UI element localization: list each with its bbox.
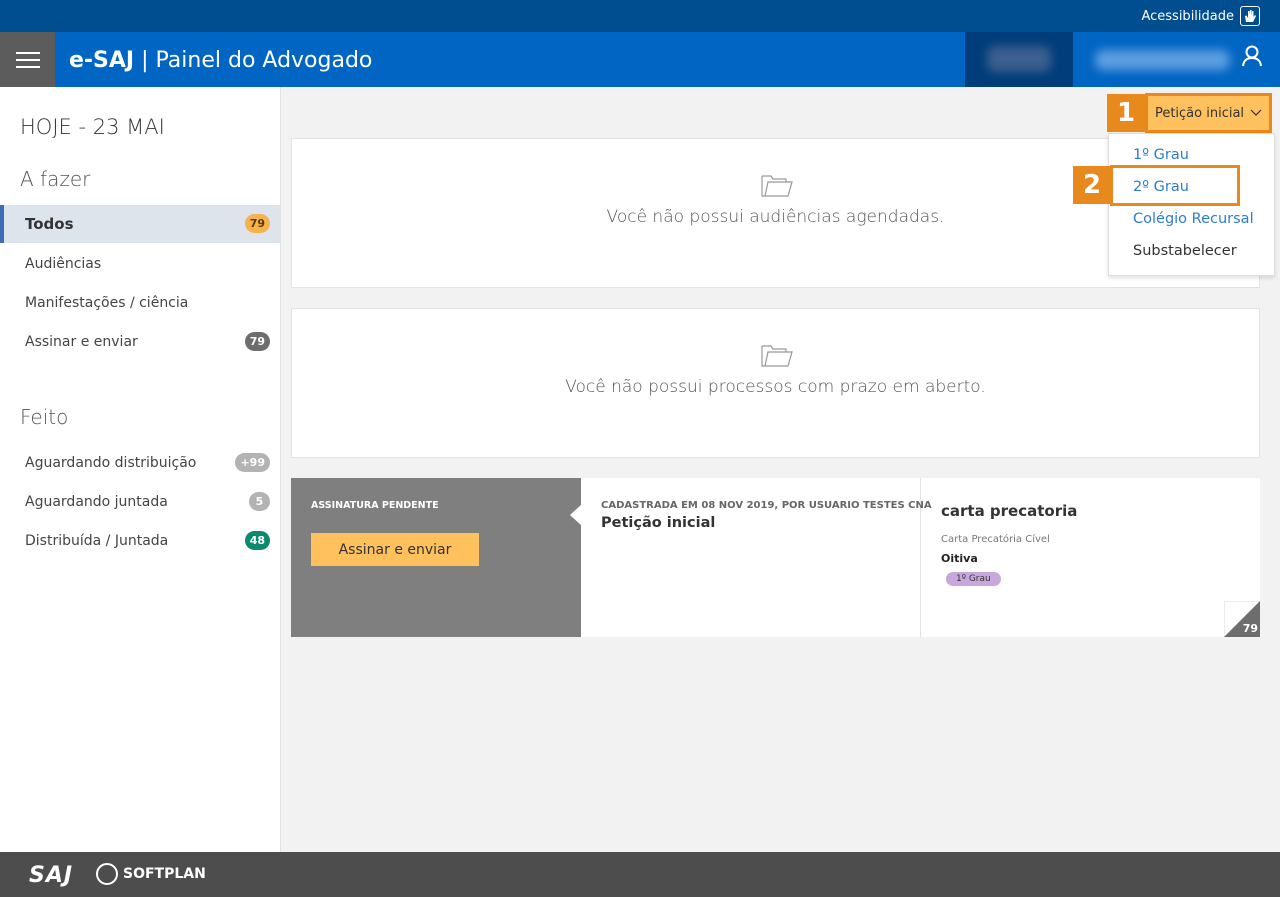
new-petition-dropdown[interactable]: Petição inicial bbox=[1145, 93, 1272, 133]
hamburger-menu-button[interactable] bbox=[0, 32, 55, 87]
dropdown-selected: Petição inicial bbox=[1154, 105, 1245, 121]
hamburger-icon-line bbox=[15, 58, 40, 61]
sidebar-item-label: Aguardando juntada bbox=[25, 494, 168, 510]
task-count: 79 bbox=[1242, 622, 1258, 635]
redacted-username bbox=[1095, 50, 1230, 70]
task-status: ASSINATURA PENDENTE bbox=[311, 500, 439, 511]
sidebar-item-audiencias[interactable]: Audiências bbox=[0, 245, 280, 283]
sidebar-item-todos[interactable]: Todos 79 bbox=[0, 205, 280, 243]
task-process: carta precatoria Carta Precatória Cível … bbox=[921, 478, 1260, 637]
brand-title: e-SAJ | Painel do Advogado bbox=[69, 48, 372, 73]
sidebar-item-label: Aguardando distribuição bbox=[25, 455, 197, 471]
softplan-label: SOFTPLAN bbox=[123, 866, 206, 882]
sign-and-send-button[interactable]: Assinar e enviar bbox=[311, 533, 479, 566]
folder-icon bbox=[761, 345, 793, 367]
sidebar-item-label: Audiências bbox=[25, 256, 102, 272]
top-bar: Acessibilidade bbox=[0, 0, 1280, 32]
accessibility-label: Acessibilidade bbox=[1141, 8, 1234, 24]
hamburger-icon-line bbox=[15, 65, 40, 68]
empty-deadlines-message: Você não possui processos com prazo em a… bbox=[565, 377, 986, 397]
accessibility-hand-icon bbox=[1240, 6, 1260, 26]
menu-item-substabelecer[interactable]: Substabelecer bbox=[1133, 243, 1237, 259]
sidebar-item-label: Todos bbox=[25, 215, 74, 233]
done-section-title: Feito bbox=[20, 405, 69, 429]
app-header: e-SAJ | Painel do Advogado bbox=[0, 32, 1280, 87]
today-date: HOJE - 23 MAI bbox=[20, 115, 165, 139]
count-badge: 79 bbox=[244, 214, 270, 233]
process-subject: Oitiva bbox=[941, 552, 978, 565]
sidebar-item-assinar-enviar[interactable]: Assinar e enviar 79 bbox=[0, 323, 280, 361]
process-class: Carta Precatória Cível bbox=[941, 534, 1050, 545]
sidebar-item-aguardando-juntada[interactable]: Aguardando juntada 5 bbox=[0, 483, 280, 521]
task-status-panel: ASSINATURA PENDENTE Assinar e enviar bbox=[291, 478, 582, 637]
redacted-blob bbox=[987, 46, 1051, 72]
task-registered: CADASTRADA EM 08 NOV 2019, POR USUARIO T… bbox=[601, 500, 932, 511]
count-badge: 5 bbox=[249, 492, 270, 511]
sidebar-item-manifestacoes[interactable]: Manifestações / ciência bbox=[0, 284, 280, 322]
sidebar-item-label: Manifestações / ciência bbox=[25, 295, 189, 311]
softplan-mark-icon bbox=[96, 863, 118, 885]
count-badge: 79 bbox=[244, 332, 270, 351]
sidebar-item-label: Distribuída / Juntada bbox=[25, 533, 169, 549]
sidebar-item-aguardando-distribuicao[interactable]: Aguardando distribuição +99 bbox=[0, 444, 280, 482]
task-kind: Petição inicial bbox=[601, 515, 716, 531]
folder-icon bbox=[761, 175, 793, 197]
process-title: carta precatoria bbox=[941, 502, 1078, 520]
user-icon[interactable] bbox=[1240, 44, 1264, 72]
menu-item-colegio-recursal[interactable]: Colégio Recursal bbox=[1133, 211, 1254, 227]
todo-section-title: A fazer bbox=[20, 167, 91, 191]
step-1-marker: 1 bbox=[1107, 94, 1145, 132]
chevron-down-icon bbox=[1250, 109, 1262, 116]
page-title: Painel do Advogado bbox=[155, 48, 373, 73]
sidebar-item-distribuida-juntada[interactable]: Distribuída / Juntada 48 bbox=[0, 522, 280, 560]
deadlines-card: Você não possui processos com prazo em a… bbox=[291, 308, 1260, 458]
redacted-area bbox=[965, 32, 1073, 87]
sidebar: HOJE - 23 MAI A fazer Todos 79 Audiência… bbox=[0, 87, 281, 852]
saj-logo: SAJ bbox=[29, 863, 74, 888]
menu-item-1-grau[interactable]: 1º Grau bbox=[1133, 147, 1189, 163]
instance-tag: 1º Grau bbox=[946, 572, 1001, 586]
hamburger-icon bbox=[15, 51, 40, 54]
count-badge: 48 bbox=[244, 531, 270, 550]
sidebar-item-label: Assinar e enviar bbox=[25, 334, 138, 350]
task-info: CADASTRADA EM 08 NOV 2019, POR USUARIO T… bbox=[581, 478, 932, 637]
brand-separator: | bbox=[141, 48, 149, 73]
pending-task-card[interactable]: ASSINATURA PENDENTE Assinar e enviar CAD… bbox=[291, 478, 1260, 637]
step-2-marker: 2 bbox=[1073, 166, 1111, 204]
count-badge: +99 bbox=[235, 453, 270, 472]
highlight-2-grau bbox=[1110, 165, 1240, 206]
softplan-logo: SOFTPLAN bbox=[96, 863, 206, 885]
footer: SAJ SOFTPLAN bbox=[0, 852, 1280, 897]
app-name: e-SAJ bbox=[69, 48, 135, 73]
accessibility-link[interactable]: Acessibilidade bbox=[1141, 6, 1260, 26]
